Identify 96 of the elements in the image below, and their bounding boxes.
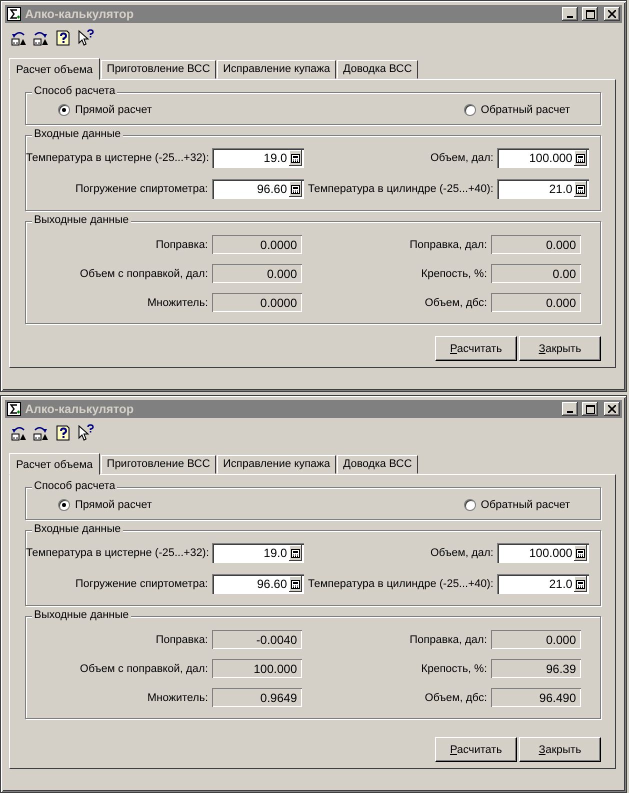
field-label: Поправка:: [154, 634, 208, 646]
field-label: Объем, дал:: [429, 547, 494, 559]
group-title: Способ расчета: [32, 480, 118, 492]
tab[interactable]: Доводка ВСС: [337, 60, 418, 79]
input-field[interactable]: 96.60: [212, 574, 304, 594]
undo-icon[interactable]: [11, 30, 27, 46]
input-field[interactable]: 21.0: [497, 179, 590, 199]
field-label: Температура в цилиндре (-25...+40):: [308, 578, 494, 590]
field-label: Множитель:: [146, 692, 208, 704]
radio-label: Обратный расчет: [480, 104, 570, 116]
radio-circle[interactable]: [464, 499, 476, 511]
minimize-button[interactable]: [562, 402, 578, 416]
tab[interactable]: Расчет объема: [9, 58, 100, 80]
input-field[interactable]: 96.60: [212, 179, 304, 199]
close-button[interactable]: [604, 402, 620, 416]
field-label: Погружение спиртометра:: [74, 578, 208, 590]
field-label: Объем, дбс:: [424, 296, 487, 308]
field-label: Объем, дал:: [429, 152, 494, 164]
redo-icon[interactable]: [33, 425, 49, 441]
radio-circle[interactable]: [464, 104, 476, 116]
output-field: 0.000: [212, 264, 302, 283]
window-title: Алко-калькулятор: [25, 402, 135, 416]
close-button[interactable]: [604, 7, 620, 21]
calculator-icon[interactable]: [289, 181, 302, 197]
field-label: Температура в цистерне (-25...+32):: [26, 152, 208, 164]
output-field: 0.0000: [212, 293, 302, 312]
field-label: Поправка, дал:: [408, 634, 487, 646]
output-field: 0.0000: [212, 235, 302, 254]
tab[interactable]: Исправление купажа: [217, 60, 336, 79]
calculator-icon[interactable]: [289, 576, 302, 592]
radio-label: Прямой расчет: [75, 499, 152, 511]
tab[interactable]: Исправление купажа: [217, 455, 336, 474]
group-title: Входные данные: [32, 128, 123, 140]
output-field: 0.00: [491, 264, 581, 283]
radio-label: Прямой расчет: [75, 104, 152, 116]
field-label: Крепость, %:: [420, 662, 487, 674]
output-field: 96.39: [491, 659, 581, 678]
output-field: 0.000: [491, 630, 581, 649]
output-field: 0.9649: [212, 688, 302, 707]
maximize-icon: [586, 10, 594, 18]
calculator-icon[interactable]: [574, 150, 588, 166]
input-field[interactable]: 100.000: [497, 543, 590, 563]
tab[interactable]: Приготовление ВСС: [100, 455, 216, 474]
tab[interactable]: Доводка ВСС: [337, 455, 418, 474]
field-label: Поправка, дал:: [408, 238, 487, 250]
field-label: Объем с поправкой, дал:: [78, 268, 208, 280]
calculator-icon[interactable]: [574, 181, 588, 197]
field-label: Объем, дбс:: [424, 692, 487, 704]
calculator-icon[interactable]: [574, 576, 588, 592]
tab[interactable]: Расчет объема: [9, 453, 100, 475]
maximize-button[interactable]: [582, 7, 598, 21]
radio-label: Обратный расчет: [480, 499, 570, 511]
input-field[interactable]: 19.0: [212, 148, 304, 168]
output-field: -0.0040: [212, 630, 302, 649]
group-title: Способ расчета: [32, 85, 118, 97]
input-field[interactable]: 100.000: [497, 148, 590, 168]
field-label: Объем с поправкой, дал:: [78, 662, 208, 674]
dialog-button[interactable]: Закрыть: [519, 336, 601, 361]
sigma-icon: [7, 402, 21, 416]
calculator-icon[interactable]: [289, 150, 302, 166]
sigma-icon: [7, 7, 21, 21]
field-label: Температура в цистерне (-25...+32):: [26, 547, 208, 559]
minimize-button[interactable]: [562, 7, 578, 21]
output-field: 100.000: [212, 659, 302, 678]
output-field: 0.000: [491, 293, 581, 312]
pointer-question-icon[interactable]: [77, 424, 95, 442]
calculator-icon[interactable]: [289, 545, 302, 561]
field-label: Поправка:: [154, 238, 208, 250]
group-title: Входные данные: [32, 523, 123, 535]
output-field: 96.490: [491, 688, 581, 707]
input-field[interactable]: 21.0: [497, 574, 590, 594]
close-icon: [608, 405, 616, 413]
window-title: Алко-калькулятор: [25, 7, 135, 21]
dialog-button[interactable]: Расчитать: [435, 737, 517, 762]
undo-icon[interactable]: [11, 425, 27, 441]
redo-icon[interactable]: [33, 30, 49, 46]
radio-circle[interactable]: [58, 104, 70, 116]
field-label: Погружение спиртометра:: [74, 183, 208, 195]
calculator-icon[interactable]: [574, 545, 588, 561]
dialog-button[interactable]: Расчитать: [435, 336, 517, 361]
input-field[interactable]: 19.0: [212, 543, 304, 563]
help-icon[interactable]: [55, 425, 71, 441]
help-icon[interactable]: [55, 30, 71, 46]
field-label: Множитель:: [146, 296, 208, 308]
radio-circle[interactable]: [58, 499, 70, 511]
field-label: Температура в цилиндре (-25...+40):: [308, 183, 494, 195]
maximize-icon: [586, 404, 594, 414]
pointer-question-icon[interactable]: [77, 29, 95, 47]
field-label: Крепость, %:: [420, 268, 487, 280]
dialog-button[interactable]: Закрыть: [519, 737, 601, 762]
maximize-button[interactable]: [582, 402, 598, 416]
tab[interactable]: Приготовление ВСС: [100, 60, 216, 79]
close-icon: [608, 10, 616, 18]
group-title: Выходные данные: [32, 609, 131, 621]
group-title: Выходные данные: [32, 214, 131, 226]
output-field: 0.000: [491, 235, 581, 254]
